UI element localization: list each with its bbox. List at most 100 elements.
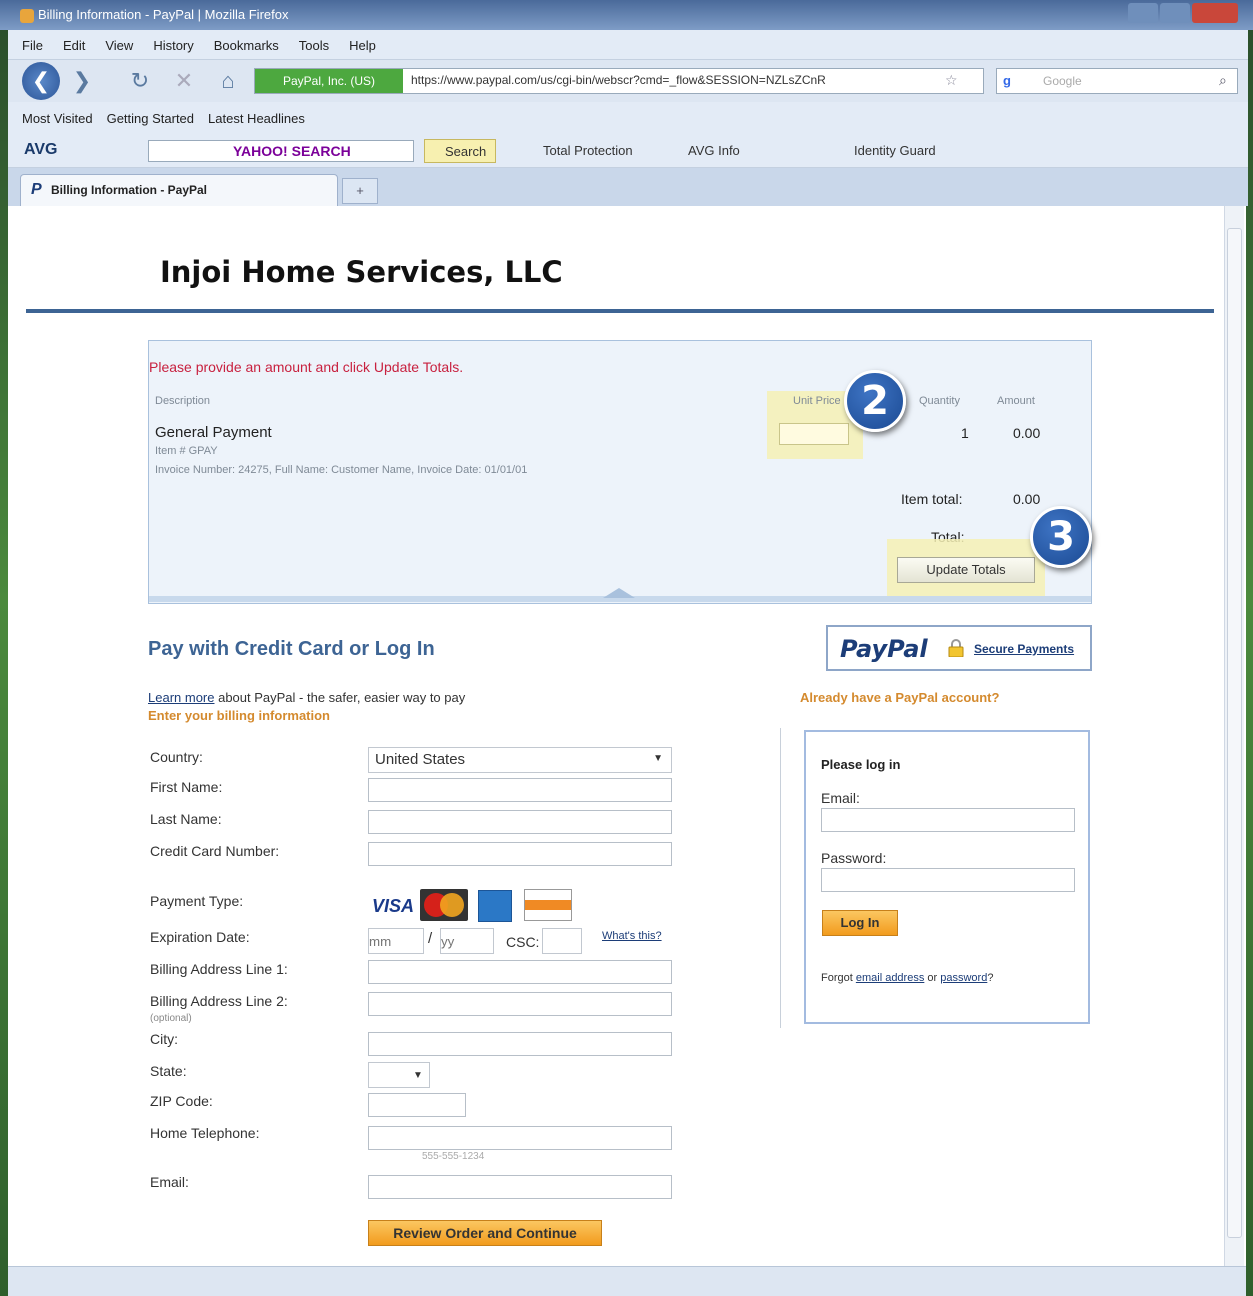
discover-card-icon[interactable] bbox=[524, 889, 572, 921]
home-icon[interactable]: ⌂ bbox=[212, 65, 244, 97]
item-number: Item # GPAY bbox=[155, 445, 218, 457]
card-number-input[interactable] bbox=[368, 842, 672, 866]
last-name-input[interactable] bbox=[368, 810, 672, 834]
zip-input[interactable] bbox=[368, 1093, 466, 1117]
maximize-button[interactable] bbox=[1160, 3, 1190, 23]
state-select[interactable]: ▼ bbox=[368, 1062, 430, 1088]
state-label: State: bbox=[150, 1063, 187, 1079]
item-amount: 0.00 bbox=[1013, 425, 1041, 441]
url-text[interactable]: https://www.paypal.com/us/cgi-bin/webscr… bbox=[411, 73, 936, 87]
merchant-name: Injoi Home Services, LLC bbox=[160, 255, 563, 289]
login-password-input[interactable] bbox=[821, 868, 1075, 892]
bookmark-most-visited[interactable]: Most Visited bbox=[22, 111, 93, 126]
menu-tools[interactable]: Tools bbox=[299, 38, 329, 53]
expiration-label: Expiration Date: bbox=[150, 929, 250, 945]
col-unit-price: Unit Price bbox=[793, 395, 841, 407]
bookmarks-toolbar: Most Visited Getting Started Latest Headli… bbox=[8, 102, 1248, 134]
mastercard-orange-circle bbox=[440, 893, 464, 917]
whats-this-link[interactable]: What's this? bbox=[602, 930, 662, 942]
learn-more-link[interactable]: Learn more bbox=[148, 690, 214, 705]
menu-bookmarks[interactable]: Bookmarks bbox=[214, 38, 279, 53]
unit-price-input[interactable] bbox=[779, 423, 849, 445]
phone-input[interactable] bbox=[368, 1126, 672, 1150]
col-quantity: Quantity bbox=[919, 395, 960, 407]
zip-label: ZIP Code: bbox=[150, 1093, 213, 1109]
login-panel: Please log in Email: Password: Log In Fo… bbox=[804, 730, 1090, 1024]
avg-search-label: Search bbox=[445, 144, 487, 159]
enter-billing-heading: Enter your billing information bbox=[148, 708, 330, 723]
discover-band bbox=[525, 900, 571, 910]
avg-search-button[interactable]: Search bbox=[424, 139, 496, 163]
menu-view[interactable]: View bbox=[105, 38, 133, 53]
login-divider bbox=[780, 728, 781, 1028]
header-divider bbox=[26, 309, 1214, 313]
menu-bar: File Edit View History Bookmarks Tools Help bbox=[8, 30, 1248, 60]
country-select[interactable]: United States ▼ bbox=[368, 747, 672, 773]
item-name: General Payment bbox=[155, 424, 272, 441]
stop-icon[interactable]: ✕ bbox=[168, 65, 200, 97]
site-identity-badge[interactable]: PayPal, Inc. (US) bbox=[255, 69, 403, 93]
dropdown-arrow-icon: ▼ bbox=[413, 1070, 423, 1081]
identity-guard-button[interactable]: Identity Guard bbox=[854, 143, 936, 158]
callout-step-3: 3 bbox=[1030, 506, 1092, 568]
yahoo-search-input[interactable]: YAHOO! SEARCH bbox=[148, 140, 414, 162]
menu-edit[interactable]: Edit bbox=[63, 38, 85, 53]
address-bar[interactable]: PayPal, Inc. (US) https://www.paypal.com… bbox=[254, 68, 984, 94]
country-label: Country: bbox=[150, 749, 203, 765]
search-input[interactable]: g Google ⌕ bbox=[996, 68, 1238, 94]
login-button[interactable]: Log In bbox=[822, 910, 898, 936]
avg-info-button[interactable]: AVG Info bbox=[688, 143, 740, 158]
paypal-badge: PayPal Secure Payments bbox=[826, 625, 1092, 671]
collapse-arrow-icon[interactable] bbox=[603, 588, 635, 598]
address-line-2-input[interactable] bbox=[368, 992, 672, 1016]
close-button[interactable] bbox=[1192, 3, 1238, 23]
menu-file[interactable]: File bbox=[22, 38, 43, 53]
new-tab-button[interactable]: + bbox=[342, 178, 378, 204]
country-value: United States bbox=[375, 751, 466, 768]
search-icon[interactable]: ⌕ bbox=[1219, 72, 1227, 89]
cart-summary: Please provide an amount and click Updat… bbox=[148, 340, 1092, 604]
mastercard-icon[interactable] bbox=[420, 889, 468, 921]
reload-icon[interactable]: ↻ bbox=[124, 65, 156, 97]
expiration-year-input[interactable] bbox=[440, 928, 494, 954]
visa-card-icon[interactable]: VISA bbox=[372, 896, 414, 917]
bookmark-star-icon[interactable]: ☆ bbox=[945, 72, 958, 89]
update-totals-button[interactable]: Update Totals bbox=[897, 557, 1035, 583]
callout-step-2: 2 bbox=[844, 370, 906, 432]
expiration-month-input[interactable] bbox=[368, 928, 424, 954]
forward-button[interactable]: ❯ bbox=[66, 65, 98, 97]
forgot-prefix: Forgot bbox=[821, 972, 856, 984]
pay-section-title: Pay with Credit Card or Log In bbox=[148, 638, 435, 660]
first-name-input[interactable] bbox=[368, 778, 672, 802]
secure-payments-link[interactable]: Secure Payments bbox=[974, 642, 1074, 656]
item-quantity: 1 bbox=[961, 425, 969, 441]
amex-card-icon[interactable] bbox=[478, 890, 512, 922]
menu-history[interactable]: History bbox=[153, 38, 193, 53]
col-description: Description bbox=[155, 395, 211, 407]
city-input[interactable] bbox=[368, 1032, 672, 1056]
avg-toolbar: AVG YAHOO! SEARCH Search Total Protectio… bbox=[8, 134, 1248, 168]
avg-logo[interactable]: AVG bbox=[24, 141, 57, 159]
forgot-suffix: ? bbox=[987, 972, 994, 984]
minimize-button[interactable] bbox=[1128, 3, 1158, 23]
menu-help[interactable]: Help bbox=[349, 38, 376, 53]
tab-billing-information[interactable]: P Billing Information - PayPal bbox=[20, 174, 338, 206]
card-number-label: Credit Card Number: bbox=[150, 843, 280, 859]
forgot-password-link[interactable]: password bbox=[940, 972, 987, 984]
bookmark-latest-headlines[interactable]: Latest Headlines bbox=[208, 111, 305, 126]
bookmark-getting-started[interactable]: Getting Started bbox=[107, 111, 194, 126]
tab-label: Billing Information - PayPal bbox=[51, 183, 208, 197]
login-email-input[interactable] bbox=[821, 808, 1075, 832]
address-line-1-input[interactable] bbox=[368, 960, 672, 984]
window-title: Billing Information - PayPal | Mozilla F… bbox=[38, 7, 289, 22]
back-button[interactable]: ❮ bbox=[22, 62, 60, 100]
csc-label: CSC: bbox=[506, 934, 540, 950]
scrollbar-thumb[interactable] bbox=[1227, 228, 1242, 1238]
vertical-scrollbar[interactable] bbox=[1224, 206, 1244, 1266]
csc-input[interactable] bbox=[542, 928, 582, 954]
review-order-button[interactable]: Review Order and Continue bbox=[368, 1220, 602, 1246]
total-protection-button[interactable]: Total Protection bbox=[543, 143, 633, 158]
email-input[interactable] bbox=[368, 1175, 672, 1199]
search-placeholder: Google bbox=[1043, 74, 1082, 88]
forgot-email-link[interactable]: email address bbox=[856, 972, 924, 984]
